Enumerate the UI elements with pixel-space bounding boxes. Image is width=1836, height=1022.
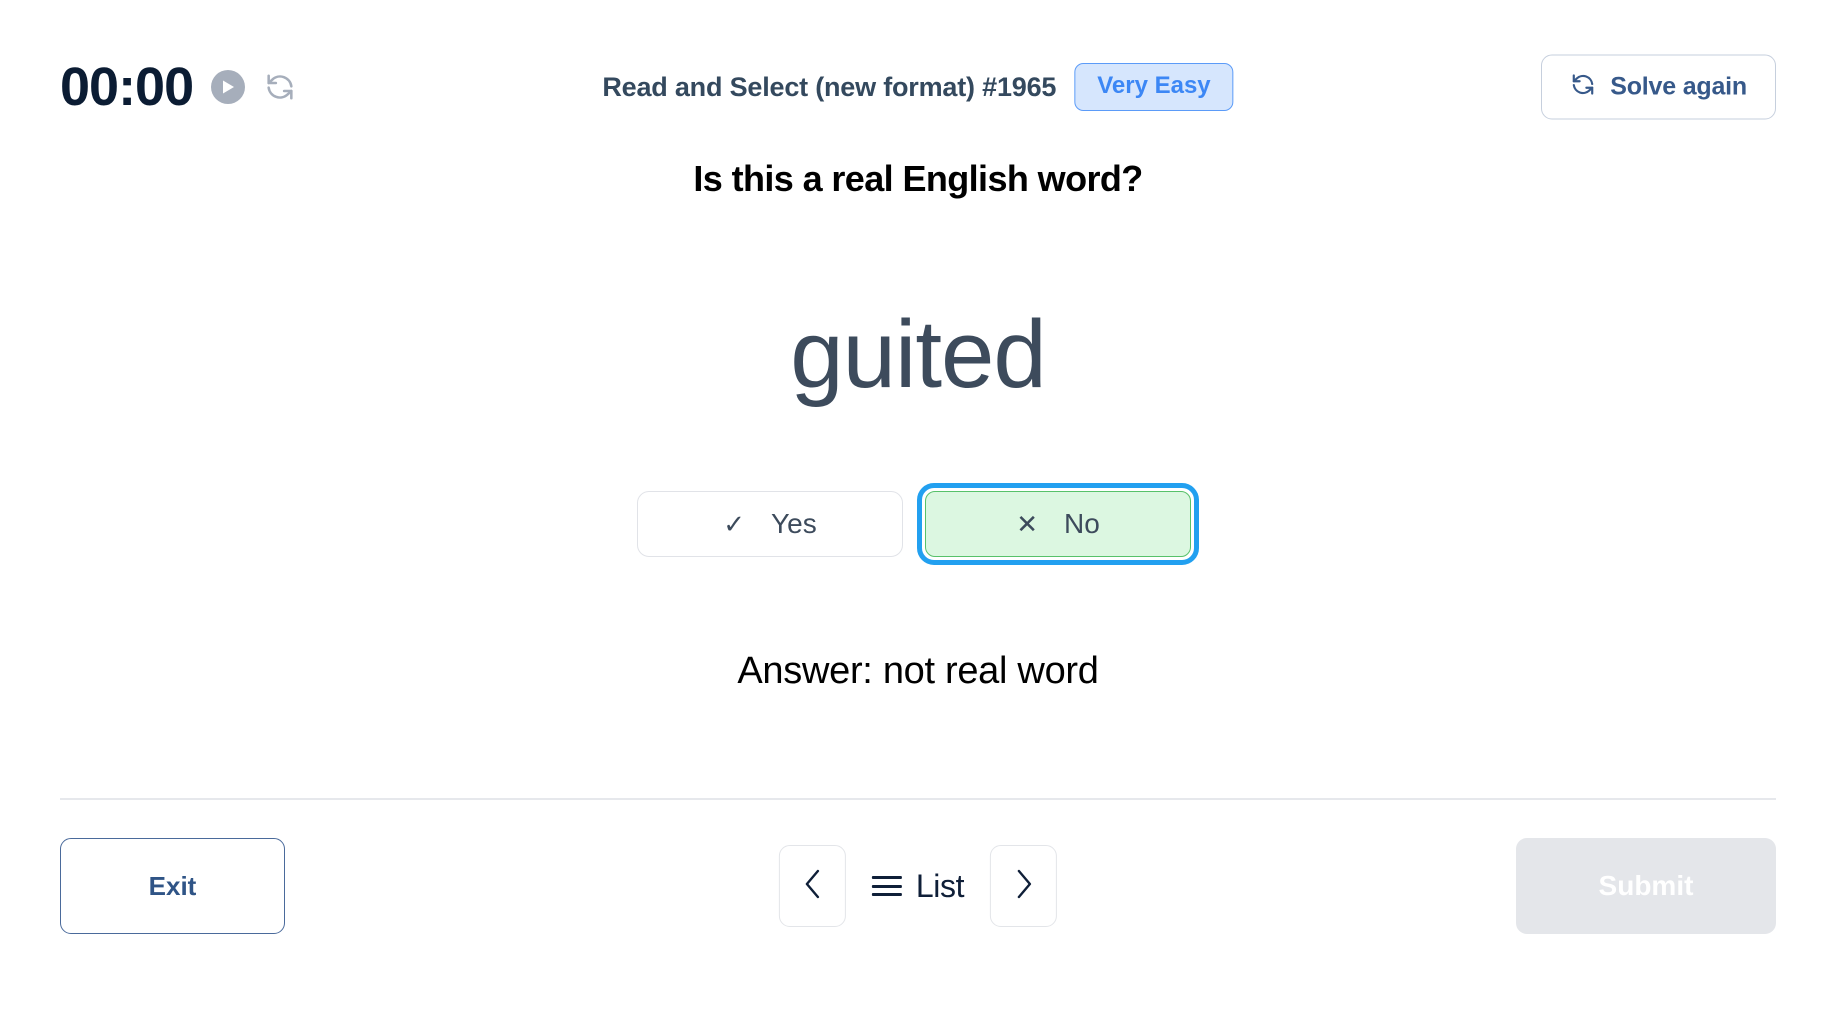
play-icon[interactable] <box>211 70 246 104</box>
choice-yes-label: Yes <box>771 508 817 539</box>
chevron-right-icon <box>1013 867 1035 906</box>
footer-divider <box>60 798 1776 800</box>
answer-text: Answer: not real word <box>737 650 1099 692</box>
next-button[interactable] <box>990 845 1058 927</box>
navigation-group: List <box>778 838 1058 934</box>
question-prompt: Is this a real English word? <box>693 158 1143 199</box>
timer-group: 00:00 <box>60 52 297 122</box>
solve-again-button[interactable]: Solve again <box>1541 54 1776 120</box>
puzzle-title-group: Read and Select (new format) #1965 Very … <box>602 63 1234 111</box>
choice-no-button[interactable]: ✕ No <box>925 491 1191 557</box>
chevron-left-icon <box>801 867 823 906</box>
choice-no-focus-ring: ✕ No <box>917 483 1199 565</box>
header-bar: 00:00 Read and Select (new format) #1965… <box>0 52 1836 122</box>
choice-group: ✓ Yes ✕ No <box>0 483 1836 565</box>
timer-display: 00:00 <box>60 57 194 117</box>
refresh-icon <box>1570 72 1596 103</box>
cross-icon: ✕ <box>1016 509 1038 539</box>
exit-button[interactable]: Exit <box>60 838 285 934</box>
submit-button[interactable]: Submit <box>1516 838 1776 934</box>
hamburger-icon <box>871 876 902 896</box>
solve-again-label: Solve again <box>1610 72 1747 101</box>
choice-yes-button[interactable]: ✓ Yes <box>637 491 903 557</box>
difficulty-badge[interactable]: Very Easy <box>1074 63 1234 111</box>
check-icon: ✓ <box>723 509 746 539</box>
reset-icon[interactable] <box>263 70 297 104</box>
footer-bar: Exit List Submit <box>0 838 1836 934</box>
list-button[interactable]: List <box>868 862 968 911</box>
word-display: guited <box>790 301 1047 408</box>
choice-no-label: No <box>1064 508 1100 539</box>
app-root: 00:00 Read and Select (new format) #1965… <box>0 0 1836 1022</box>
list-label: List <box>915 867 965 904</box>
previous-button[interactable] <box>778 845 846 927</box>
page-title: Read and Select (new format) #1965 <box>602 71 1057 102</box>
